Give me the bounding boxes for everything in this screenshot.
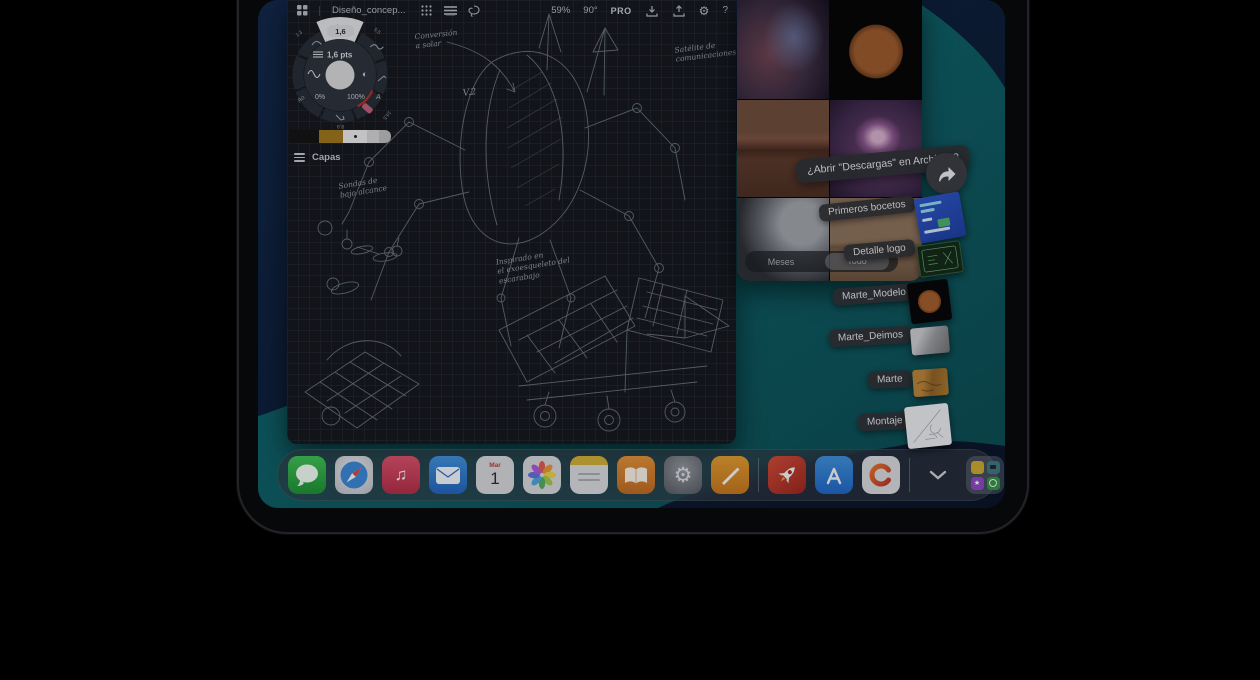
drag-thumb-deimos[interactable] [910, 325, 950, 355]
pro-badge[interactable]: PRO [611, 6, 632, 16]
mail-app-icon[interactable] [429, 456, 467, 494]
photos-app-icon[interactable] [523, 456, 561, 494]
layers-menu-icon [294, 151, 305, 164]
photos-app-window: Meses Todo [737, 0, 922, 281]
app-store-app-icon[interactable] [815, 456, 853, 494]
tab-meses[interactable]: Meses [745, 257, 817, 267]
safari-app-icon[interactable] [335, 456, 373, 494]
lasso-tool-icon[interactable] [467, 4, 481, 18]
compass-icon [339, 460, 369, 490]
photo-horsehead-nebula[interactable] [737, 0, 829, 99]
forward-arrow-icon [937, 165, 957, 183]
zoom-level[interactable]: 59% [551, 5, 570, 16]
flower-icon [528, 461, 556, 489]
opacity-value: 100% [347, 94, 365, 101]
notes-app-icon[interactable] [570, 456, 608, 494]
drag-thumb-mars-sphere[interactable] [907, 279, 953, 325]
pen-icon [718, 463, 742, 487]
calendar-day: 1 [490, 470, 499, 487]
photo-mars-landscape[interactable] [737, 100, 829, 197]
concepts-app-icon[interactable] [862, 456, 900, 494]
drag-thumb-montage-sketch[interactable] [904, 403, 952, 449]
rocket-app-icon[interactable] [768, 456, 806, 494]
opacity-contrast-icon: ◐ [362, 69, 367, 79]
seg-size-1: 1,3 [295, 29, 304, 38]
open-book-icon [624, 466, 648, 485]
annotation-version: V.2 [462, 87, 477, 100]
layer-lines-icon[interactable] [443, 4, 457, 18]
books-app-icon[interactable] [617, 456, 655, 494]
color-palette-strip [289, 130, 391, 143]
concepts-c-icon [868, 462, 894, 488]
dock: ♫ Mar 1 [277, 449, 997, 501]
swatch-white-selected[interactable] [343, 130, 367, 143]
rocket-icon [774, 462, 800, 488]
drag-thumb-green-logo[interactable] [916, 240, 964, 278]
calendar-app-icon[interactable]: Mar 1 [476, 456, 514, 494]
music-app-icon[interactable]: ♫ [382, 456, 420, 494]
dock-divider [758, 458, 759, 492]
messages-app-icon[interactable] [288, 456, 326, 494]
text-tool-letter: A [375, 94, 381, 101]
layers-label: Capas [312, 152, 341, 163]
chevron-down-icon [929, 470, 947, 480]
tips-mini-icon [971, 461, 984, 474]
rotation-angle[interactable]: 90° [583, 5, 597, 16]
seg-size-3: 14,5 [381, 109, 392, 120]
music-note-icon: ♫ [395, 465, 408, 485]
stroke-size-label: 1,6 pts [327, 51, 353, 60]
drag-share-button[interactable] [926, 153, 967, 194]
settings-app-icon[interactable]: ⚙ [664, 456, 702, 494]
smoothing-value: 0% [315, 94, 325, 101]
pages-app-icon[interactable] [711, 456, 749, 494]
star-mini-icon: ★ [971, 477, 984, 490]
concepts-app-window: Conversión a solar Satélite de comunicac… [287, 0, 736, 444]
drag-item-label[interactable]: Marte [868, 370, 912, 389]
layers-panel-header[interactable]: Capas [294, 151, 341, 164]
photo-orion-nebula[interactable] [830, 100, 922, 197]
drag-thumb-mars-map[interactable] [912, 368, 949, 397]
speech-bubble-icon [294, 463, 320, 487]
dots-grid-icon[interactable] [419, 4, 433, 18]
selected-color-dot [354, 135, 357, 138]
color-puck[interactable] [326, 61, 355, 90]
photo-mars-planet[interactable] [830, 0, 922, 99]
fitness-mini-icon [987, 477, 1000, 490]
app-library-grid: ★ [971, 461, 1000, 490]
camera-mini-icon [987, 461, 1000, 474]
gear-icon: ⚙ [674, 463, 693, 488]
swatch-gray[interactable] [379, 130, 391, 143]
settings-gear-icon[interactable]: ⚙ [699, 5, 710, 17]
swatch-lightgray[interactable] [367, 130, 379, 143]
page-background: Conversión a solar Satélite de comunicac… [0, 0, 1260, 680]
dock-divider [909, 458, 910, 492]
seg-size-2: 5,5 [372, 27, 381, 36]
seg-size-4: 8,9 [337, 123, 344, 129]
swatch-gold[interactable] [319, 130, 343, 143]
swatch-black[interactable] [289, 130, 319, 143]
note-line [578, 473, 600, 475]
envelope-icon [435, 466, 461, 485]
import-icon[interactable] [645, 4, 659, 18]
help-icon[interactable]: ? [722, 5, 728, 16]
dock-collapse-button[interactable] [919, 456, 957, 494]
ipad-screen: Conversión a solar Satélite de comunicac… [258, 0, 1005, 508]
ipad-device-frame: Conversión a solar Satélite de comunicac… [237, 0, 1029, 534]
photo-grid [737, 0, 922, 281]
export-icon[interactable] [672, 4, 686, 18]
note-line [578, 479, 600, 481]
app-library-icon[interactable]: ★ [966, 456, 1004, 494]
appstore-a-icon [822, 464, 846, 486]
drag-thumb-blue-poster[interactable] [913, 191, 966, 243]
brush-size-badge: 1,6 [327, 25, 354, 37]
